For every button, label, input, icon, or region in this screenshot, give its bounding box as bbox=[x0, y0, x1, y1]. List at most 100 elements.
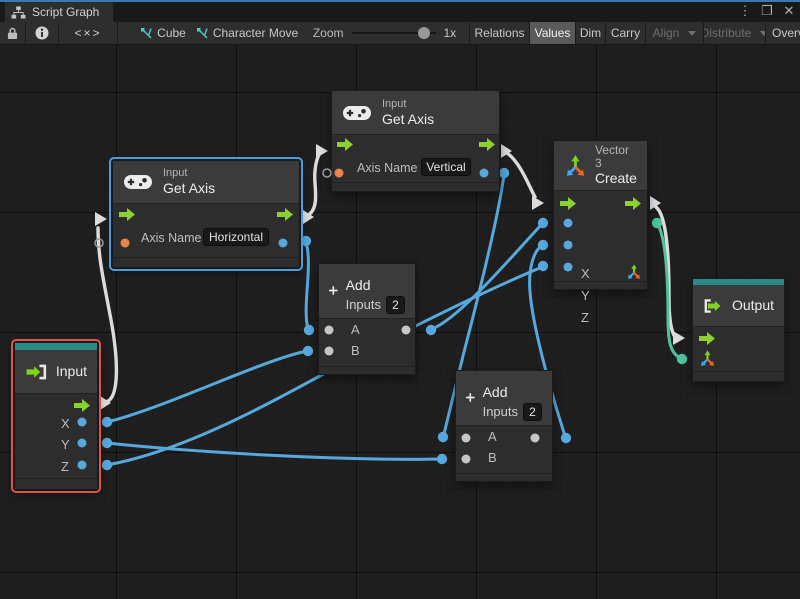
flow-in-port[interactable] bbox=[119, 208, 135, 221]
port-y-label: Y bbox=[581, 289, 590, 303]
node-header[interactable]: Add Inputs 2 bbox=[319, 264, 415, 319]
info-icon bbox=[35, 26, 49, 40]
node-body: A B bbox=[456, 426, 552, 475]
node-title: Get Axis bbox=[382, 111, 434, 128]
port-z-label: Z bbox=[581, 311, 589, 325]
node-add-1[interactable]: Add Inputs 2 A B bbox=[318, 263, 416, 375]
node-output-event[interactable]: Output bbox=[692, 278, 785, 382]
menu-label: Align bbox=[653, 26, 680, 40]
toggle-carry[interactable]: Carry bbox=[606, 22, 646, 44]
port-x-label: X bbox=[581, 267, 590, 281]
axis-name-label: Axis Name bbox=[141, 231, 201, 245]
flow-in-port[interactable] bbox=[337, 138, 353, 151]
output-event-icon bbox=[703, 295, 724, 317]
toggle-label: Values bbox=[535, 26, 571, 40]
axis-name-label: Axis Name bbox=[357, 161, 417, 175]
node-footer bbox=[554, 281, 647, 289]
vector3-output-port[interactable] bbox=[626, 264, 642, 280]
node-header[interactable]: Input Get Axis bbox=[332, 91, 499, 135]
flow-out-port[interactable] bbox=[277, 208, 293, 221]
node-input-event[interactable]: Input X Y Z bbox=[14, 342, 98, 490]
gamepad-icon bbox=[342, 103, 372, 123]
node-header[interactable]: Output bbox=[693, 285, 784, 327]
menu-align[interactable]: Align bbox=[646, 22, 704, 44]
flow-in-port[interactable] bbox=[560, 197, 576, 210]
vector3-input-port[interactable] bbox=[699, 350, 716, 367]
window-accent-line bbox=[0, 0, 800, 2]
menu-icon[interactable]: ⋮ bbox=[738, 2, 752, 20]
tab-title: Script Graph bbox=[32, 5, 99, 19]
toggle-relations[interactable]: Relations bbox=[470, 22, 530, 44]
toggle-overview[interactable]: Overv bbox=[766, 22, 800, 44]
port-x-label: X bbox=[61, 417, 70, 431]
node-get-axis-vertical[interactable]: Input Get Axis Axis Name Vertical bbox=[331, 90, 500, 192]
lock-button[interactable] bbox=[0, 22, 26, 44]
toggle-dim[interactable]: Dim bbox=[576, 22, 606, 44]
code-icon: <×> bbox=[74, 26, 101, 40]
inputs-count-field[interactable]: 2 bbox=[523, 403, 542, 421]
flow-out-port[interactable] bbox=[74, 399, 90, 412]
node-get-axis-horizontal[interactable]: Input Get Axis Axis Name Horizontal bbox=[112, 160, 300, 268]
toggle-label: Carry bbox=[611, 26, 640, 40]
node-header[interactable]: Add Inputs 2 bbox=[456, 371, 552, 426]
inputs-label: Inputs bbox=[483, 405, 518, 419]
breadcrumb-cube[interactable]: Cube bbox=[132, 22, 194, 44]
zoom-slider[interactable] bbox=[352, 32, 436, 34]
port-b-label: B bbox=[351, 344, 360, 358]
plus-icon bbox=[329, 277, 338, 304]
menu-distribute[interactable]: Distribute bbox=[704, 22, 766, 44]
input-event-icon bbox=[25, 361, 48, 383]
flow-in-port[interactable] bbox=[699, 332, 715, 345]
lock-icon bbox=[7, 27, 18, 40]
toggle-label: Relations bbox=[474, 26, 524, 40]
node-footer bbox=[332, 182, 499, 191]
node-body: Axis Name Horizontal bbox=[113, 204, 299, 257]
node-body bbox=[693, 327, 784, 373]
node-header[interactable]: Input Get Axis bbox=[113, 161, 299, 204]
code-view-button[interactable]: <×> bbox=[59, 22, 118, 44]
node-title: Output bbox=[732, 297, 774, 314]
node-body: X Y Z bbox=[554, 191, 647, 282]
port-y-label: Y bbox=[61, 438, 70, 452]
vector3-icon bbox=[564, 154, 587, 178]
info-button[interactable] bbox=[26, 22, 59, 44]
breadcrumb-label: Character Move bbox=[213, 26, 298, 40]
inputs-count-field[interactable]: 2 bbox=[386, 296, 405, 314]
node-header[interactable]: Vector 3 Create bbox=[554, 141, 647, 191]
zoom-control: Zoom 1x bbox=[300, 22, 470, 44]
node-footer bbox=[113, 257, 299, 267]
tab-script-graph[interactable]: Script Graph bbox=[5, 2, 113, 22]
maximize-icon[interactable]: ❐ bbox=[760, 2, 774, 20]
close-icon[interactable]: ✕ bbox=[782, 2, 796, 20]
node-footer bbox=[693, 371, 784, 381]
hierarchy-icon bbox=[11, 6, 26, 19]
toggle-values[interactable]: Values bbox=[530, 22, 576, 44]
node-kind: Vector 3 bbox=[595, 144, 637, 170]
node-vector3-create[interactable]: Vector 3 Create X Y Z bbox=[553, 140, 648, 290]
axis-name-field[interactable]: Horizontal bbox=[203, 228, 269, 246]
port-z-label: Z bbox=[61, 460, 69, 474]
node-header[interactable]: Input bbox=[15, 350, 97, 394]
node-footer bbox=[319, 366, 415, 374]
zoom-label: Zoom bbox=[313, 26, 344, 40]
node-kind: Input bbox=[163, 167, 215, 180]
node-title: Add bbox=[346, 277, 405, 294]
flow-out-port[interactable] bbox=[479, 138, 495, 151]
port-a-label: A bbox=[351, 323, 360, 337]
node-add-2[interactable]: Add Inputs 2 A B bbox=[455, 370, 553, 482]
gamepad-icon bbox=[123, 172, 153, 192]
graph-unit-icon bbox=[140, 27, 152, 39]
node-footer bbox=[15, 478, 97, 489]
inputs-label: Inputs bbox=[346, 298, 381, 312]
port-a-label: A bbox=[488, 430, 497, 444]
node-body: X Y Z bbox=[15, 394, 97, 479]
zoom-slider-handle[interactable] bbox=[418, 27, 430, 39]
node-title: Add bbox=[483, 384, 542, 401]
breadcrumb-character-move[interactable]: Character Move bbox=[194, 22, 300, 44]
node-body: Axis Name Vertical bbox=[332, 135, 499, 183]
tab-bar: Script Graph ⋮ ❐ ✕ bbox=[0, 0, 800, 22]
flow-out-port[interactable] bbox=[625, 197, 641, 210]
axis-name-field[interactable]: Vertical bbox=[421, 158, 471, 176]
zoom-value: 1x bbox=[444, 26, 457, 40]
menu-label: Distribute bbox=[704, 26, 751, 40]
